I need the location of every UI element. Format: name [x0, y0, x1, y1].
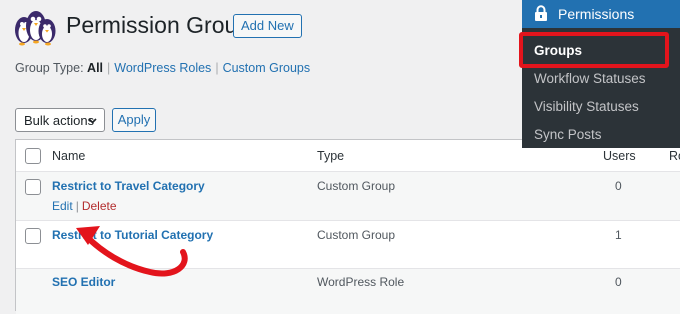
filter-separator: | — [215, 61, 219, 75]
group-users-count: 1 — [615, 228, 622, 242]
bulk-actions-value: Bulk actions — [24, 113, 95, 128]
add-new-button[interactable]: Add New — [233, 14, 302, 38]
admin-submenu: Permissions Groups Workflow Statuses Vis… — [522, 0, 680, 148]
table-row: Restrict to Travel Category Custom Group… — [16, 172, 680, 221]
table-row: SEO Editor WordPress Role 0 — [16, 269, 680, 314]
permissions-menu-label: Permissions — [558, 6, 635, 22]
penguins-logo-icon — [15, 11, 56, 46]
permissions-menu-header[interactable]: Permissions — [522, 0, 680, 28]
table-row: Restrict to Tutorial Category Custom Gro… — [16, 221, 680, 269]
bulk-actions-select[interactable]: Bulk actions — [15, 108, 105, 132]
column-header-roles: Ro — [669, 149, 680, 163]
group-type: Custom Group — [317, 228, 396, 242]
column-header-name[interactable]: Name — [52, 149, 85, 163]
groups-table: Name Type Users Ro Restrict to Travel Ca… — [15, 139, 680, 314]
filter-custom-groups[interactable]: Custom Groups — [223, 61, 311, 75]
submenu-item-workflow-statuses[interactable]: Workflow Statuses — [534, 71, 646, 86]
filter-all[interactable]: All — [87, 61, 103, 75]
row-checkbox[interactable] — [25, 179, 41, 195]
group-type: Custom Group — [317, 179, 396, 193]
delete-link[interactable]: Delete — [82, 199, 117, 213]
column-header-users: Users — [603, 149, 636, 163]
column-header-type: Type — [317, 149, 345, 163]
chevron-down-icon — [87, 109, 98, 142]
group-name-link[interactable]: SEO Editor — [52, 275, 115, 289]
submenu-item-visibility-statuses[interactable]: Visibility Statuses — [534, 99, 639, 114]
lock-icon — [534, 5, 548, 27]
submenu-item-sync-posts[interactable]: Sync Posts — [534, 127, 602, 142]
apply-button[interactable]: Apply — [112, 108, 156, 132]
group-type: WordPress Role — [317, 275, 405, 289]
filter-label: Group Type: — [15, 61, 84, 75]
row-action-separator: | — [75, 199, 79, 213]
filter-separator: | — [107, 61, 111, 75]
filter-wordpress-roles[interactable]: WordPress Roles — [114, 61, 211, 75]
group-users-count: 0 — [615, 275, 622, 289]
row-checkbox[interactable] — [25, 228, 41, 244]
edit-link[interactable]: Edit — [52, 199, 73, 213]
row-actions: Edit | Delete — [52, 199, 117, 213]
group-type-filters: Group Type: All | WordPress Roles | Custom G… — [15, 61, 310, 75]
group-users-count: 0 — [615, 179, 622, 193]
select-all-checkbox[interactable] — [25, 148, 41, 164]
group-name-link[interactable]: Restrict to Travel Category — [52, 179, 205, 193]
groups-highlight-box — [519, 32, 669, 68]
group-name-link[interactable]: Restrict to Tutorial Category — [52, 228, 213, 242]
